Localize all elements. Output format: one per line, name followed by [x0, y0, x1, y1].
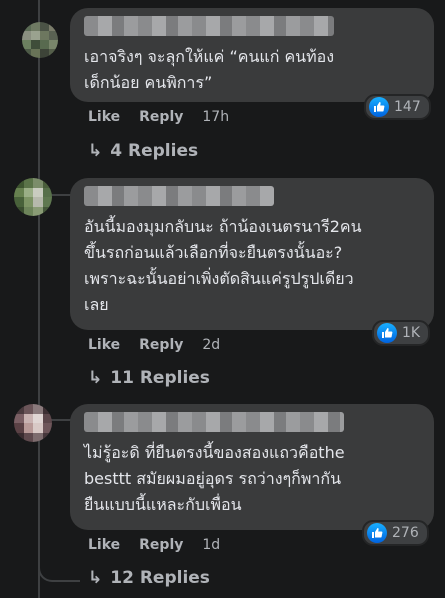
reply-button[interactable]: Reply	[139, 537, 183, 553]
like-button[interactable]: Like	[88, 337, 120, 353]
comment-bubble: ไม่รู้อะดิ ที่ยืนตรงนี้ของสองแถวคือthe b…	[70, 404, 434, 530]
avatar[interactable]	[14, 178, 52, 216]
like-button[interactable]: Like	[88, 537, 120, 553]
reaction-count[interactable]: 1K	[372, 320, 431, 346]
comment-actions: Like Reply 1d	[88, 537, 220, 553]
comment-text: เอาจริงๆ จะลุกให้แค่ “คนแก่ คนท้อง เด็กน…	[84, 47, 335, 92]
avatar[interactable]	[14, 404, 52, 442]
reply-arrow-icon: ↳	[88, 368, 103, 388]
like-reaction-icon	[369, 97, 389, 117]
reaction-count-label: 1K	[402, 325, 421, 341]
thread-connector	[38, 558, 80, 582]
view-replies-button[interactable]: ↳ 12 Replies	[88, 568, 210, 588]
timestamp[interactable]: 2d	[202, 337, 220, 353]
view-replies-button[interactable]: ↳ 11 Replies	[88, 368, 210, 388]
reaction-count-label: 147	[394, 99, 421, 115]
comment-text: อันนี้มองมุมกลับนะ ถ้าน้องเนตรนารี2คน ขึ…	[84, 217, 362, 314]
timestamp[interactable]: 1d	[202, 537, 220, 553]
comment-actions: Like Reply 2d	[88, 337, 220, 353]
like-button[interactable]: Like	[88, 109, 120, 125]
commenter-name[interactable]	[84, 186, 274, 206]
avatar[interactable]	[22, 22, 58, 58]
replies-label: 4 Replies	[110, 141, 199, 161]
commenter-name[interactable]	[84, 16, 334, 36]
reply-arrow-icon: ↳	[88, 141, 103, 161]
reply-button[interactable]: Reply	[139, 109, 183, 125]
reply-arrow-icon: ↳	[88, 568, 103, 588]
comment-actions: Like Reply 17h	[88, 109, 229, 125]
commenter-name[interactable]	[84, 412, 344, 432]
reaction-count[interactable]: 276	[362, 520, 429, 546]
view-replies-button[interactable]: ↳ 4 Replies	[88, 141, 198, 161]
timestamp[interactable]: 17h	[202, 109, 229, 125]
like-reaction-icon	[377, 323, 397, 343]
reaction-count[interactable]: 147	[364, 94, 431, 120]
replies-label: 11 Replies	[110, 368, 210, 388]
comment-text: ไม่รู้อะดิ ที่ยืนตรงนี้ของสองแถวคือthe b…	[84, 443, 345, 514]
comment-bubble: เอาจริงๆ จะลุกให้แค่ “คนแก่ คนท้อง เด็กน…	[70, 8, 434, 102]
reaction-count-label: 276	[392, 525, 419, 541]
thread-line	[38, 0, 40, 598]
like-reaction-icon	[367, 523, 387, 543]
comment-bubble: อันนี้มองมุมกลับนะ ถ้าน้องเนตรนารี2คน ขึ…	[70, 178, 434, 330]
reply-button[interactable]: Reply	[139, 337, 183, 353]
replies-label: 12 Replies	[110, 568, 210, 588]
